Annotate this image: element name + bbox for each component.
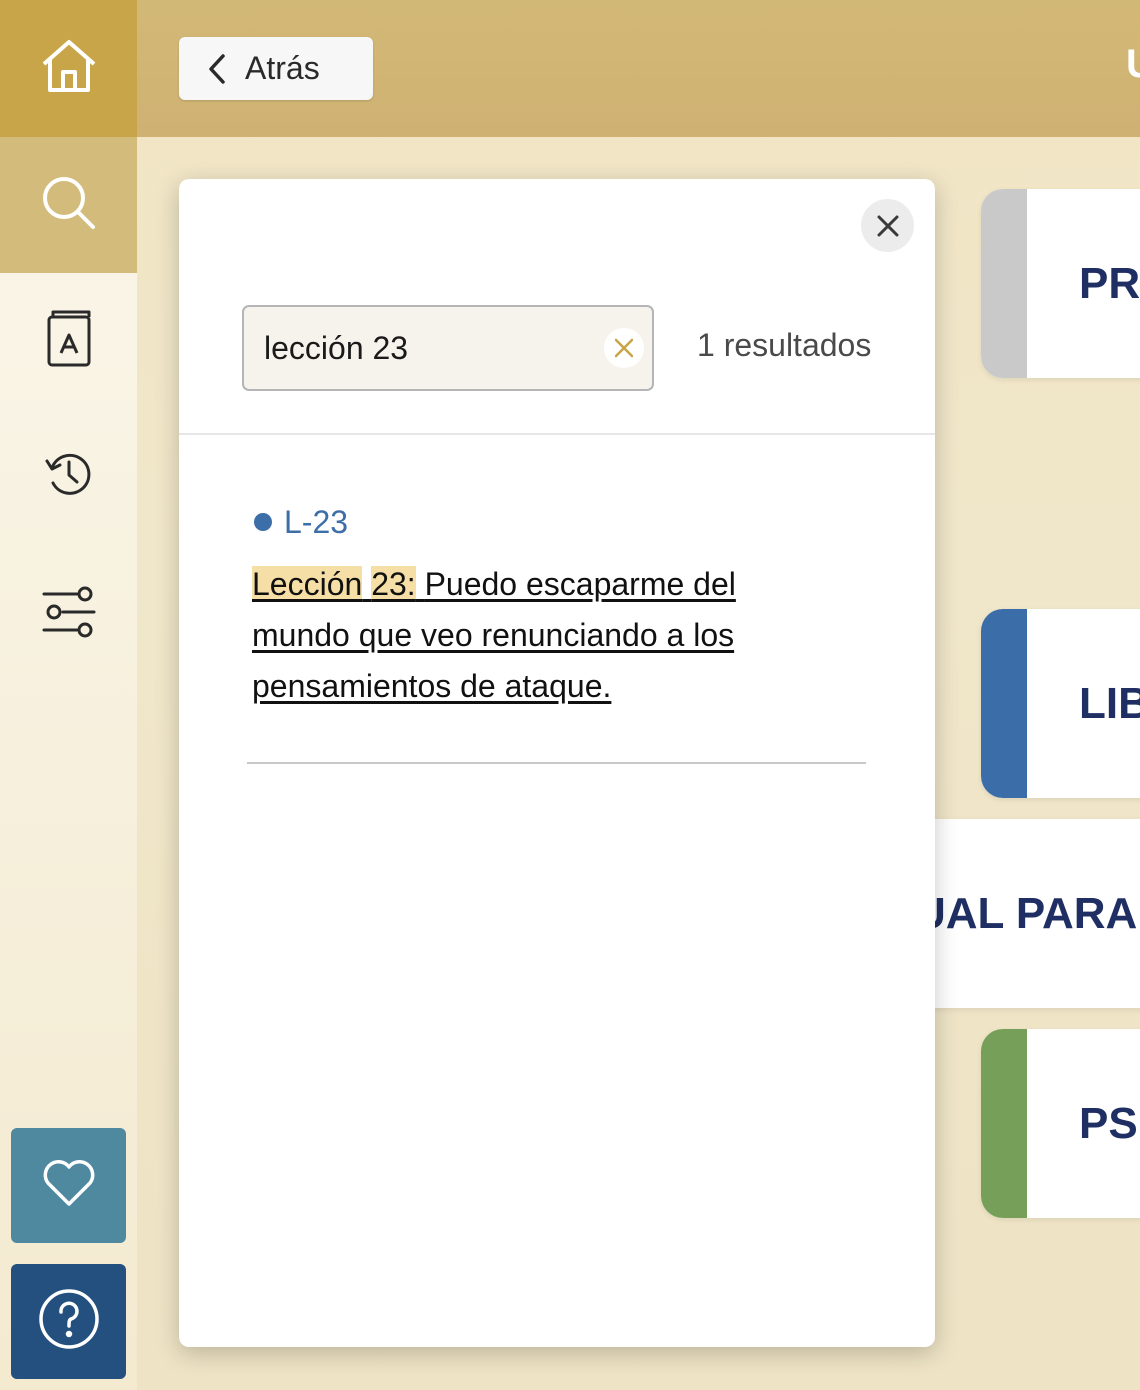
sidebar-item-favorites[interactable] — [11, 1128, 126, 1243]
card-title: PRI — [1079, 258, 1140, 308]
heart-icon — [41, 1159, 97, 1212]
match-highlight: Lección — [252, 566, 363, 602]
back-button[interactable]: Atrás — [179, 37, 373, 100]
result-link[interactable]: Lección 23: Puedo escaparme del mundo qu… — [252, 559, 792, 712]
search-icon — [41, 175, 97, 236]
close-modal-button[interactable] — [861, 199, 914, 252]
search-modal: 1 resultados L-23 Lección 23: Puedo esca… — [179, 179, 935, 1347]
card-title: PSI — [1079, 1098, 1140, 1148]
help-icon — [38, 1288, 100, 1355]
header-title-partial: U — [1126, 42, 1140, 87]
result-divider — [247, 762, 866, 764]
book-card-manual[interactable]: UAL PARA E — [900, 819, 1140, 1008]
history-icon — [44, 450, 94, 503]
sliders-icon — [41, 584, 97, 645]
card-title-wrap: UAL PARA E — [900, 819, 1140, 1008]
app-window: U PRI LIB UAL PARA E PSI — [0, 0, 1140, 1390]
result-reference-label: L-23 — [284, 503, 349, 540]
sidebar-item-help[interactable] — [11, 1264, 126, 1379]
sidebar-item-dictionary[interactable] — [0, 296, 137, 386]
sidebar-item-search[interactable] — [0, 137, 137, 273]
search-result-item: L-23 Lección 23: Puedo escaparme del mun… — [252, 501, 792, 712]
book-card-psi[interactable]: PSI — [981, 1029, 1140, 1218]
card-title: LIB — [1079, 678, 1140, 728]
book-card-lib[interactable]: LIB — [981, 609, 1140, 798]
card-color-stripe — [981, 1029, 1027, 1218]
card-color-stripe — [981, 609, 1027, 798]
card-color-stripe — [981, 189, 1027, 378]
clear-search-button[interactable] — [604, 328, 644, 368]
sidebar-item-history[interactable] — [0, 431, 137, 521]
close-icon — [877, 215, 898, 236]
chevron-left-icon — [209, 53, 225, 84]
bullet-dot-icon — [254, 513, 272, 531]
search-field — [242, 305, 654, 391]
sidebar — [0, 0, 137, 1390]
book-card-pri[interactable]: PRI — [981, 189, 1140, 378]
home-icon — [40, 38, 98, 99]
divider — [179, 433, 935, 435]
clear-x-icon — [614, 338, 634, 358]
result-reference[interactable]: L-23 — [252, 501, 792, 543]
card-title: UAL PARA E — [914, 888, 1140, 938]
search-input[interactable] — [264, 307, 594, 389]
match-highlight: 23: — [371, 566, 416, 602]
sidebar-item-home[interactable] — [0, 0, 137, 137]
dictionary-book-icon — [45, 309, 93, 374]
back-button-label: Atrás — [245, 50, 320, 86]
result-count: 1 resultados — [697, 327, 872, 363]
sidebar-item-settings[interactable] — [0, 569, 137, 659]
